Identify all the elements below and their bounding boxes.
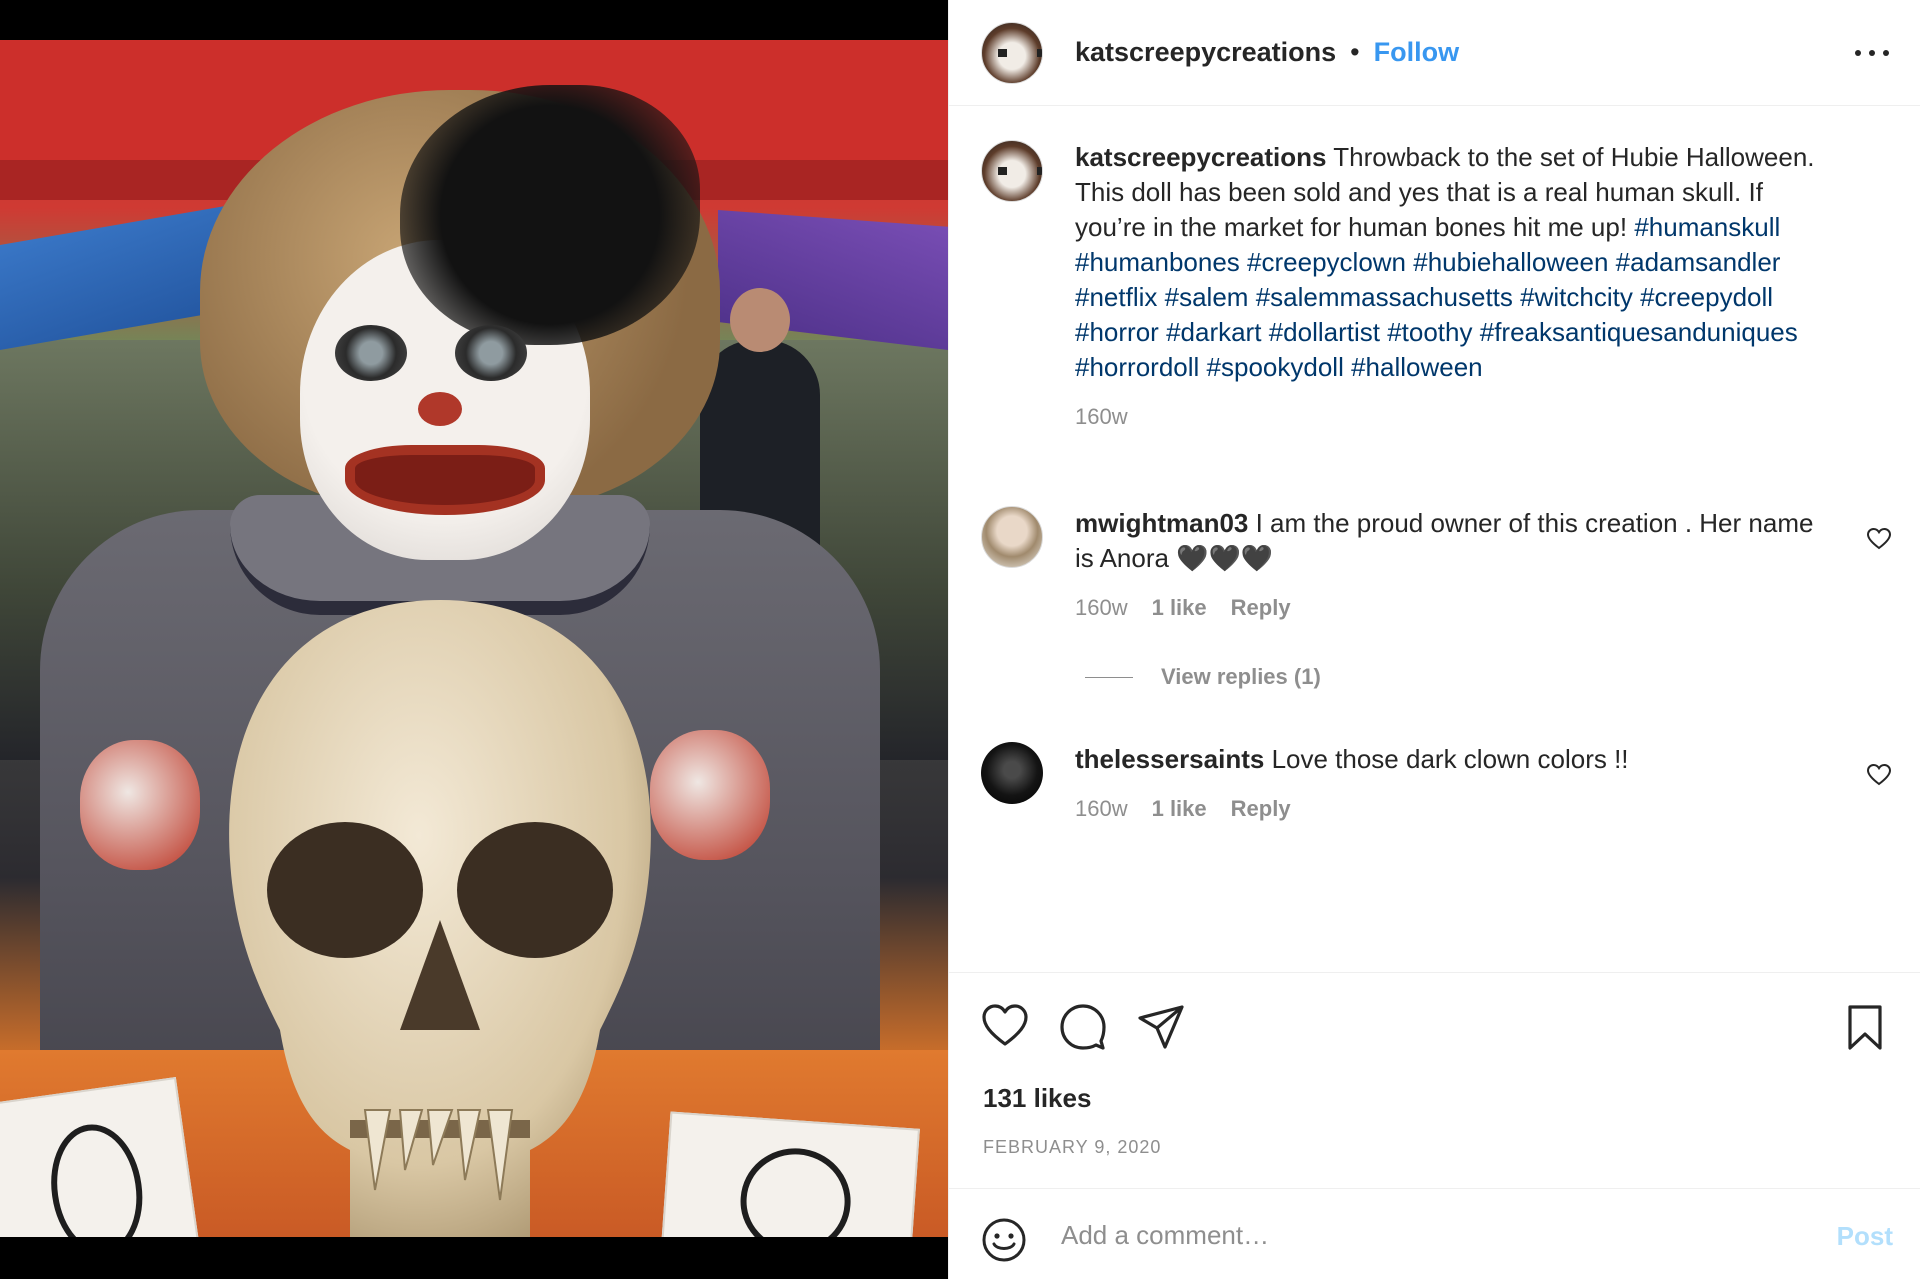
caption-meta: 160w (1075, 399, 1835, 434)
add-comment-bar: Post (949, 1188, 1920, 1279)
doll-hand-left (80, 740, 200, 870)
more-options-icon[interactable] (1855, 36, 1889, 70)
hashtag[interactable]: #hubiehalloween (1413, 247, 1608, 277)
view-replies-label: View replies (1) (1161, 664, 1321, 689)
paper-plane-icon[interactable] (1137, 1003, 1185, 1051)
hashtag[interactable]: #salemmassachusetts (1256, 282, 1513, 312)
post-header: katscreepycreations • Follow (949, 0, 1920, 106)
replies-line (1085, 676, 1133, 678)
author-username[interactable]: katscreepycreations (1075, 37, 1336, 68)
doll-lace-bow (400, 85, 700, 345)
hashtag[interactable]: #dollartist (1269, 317, 1380, 347)
comment-heart-icon[interactable] (1867, 528, 1891, 550)
hashtag[interactable]: #freaksantiquesanduniques (1480, 317, 1798, 347)
commenter-username[interactable]: thelessersaints (1075, 744, 1264, 774)
hashtag[interactable]: #humanbones (1075, 247, 1240, 277)
hashtag[interactable]: #witchcity (1520, 282, 1633, 312)
comment-bubble-icon[interactable] (1059, 1003, 1107, 1051)
comment-like-count[interactable]: 1 like (1152, 791, 1207, 826)
action-section: 131 likes FEBRUARY 9, 2020 (949, 972, 1920, 1188)
comment-age[interactable]: 160w (1075, 590, 1128, 625)
hashtag[interactable]: #creepyclown (1247, 247, 1406, 277)
doll-mouth (345, 445, 545, 515)
caption-author-avatar[interactable] (981, 140, 1043, 202)
separator-dot: • (1350, 37, 1360, 67)
doll-eye-left (335, 325, 407, 381)
comment-input[interactable] (1061, 1209, 1761, 1261)
likes-count[interactable]: 131 likes (983, 1083, 1091, 1114)
post-photo (0, 40, 948, 1237)
follow-button[interactable]: Follow (1374, 37, 1459, 68)
reply-button[interactable]: Reply (1231, 791, 1291, 826)
comment-row: mwightman03 I am the proud owner of this… (981, 506, 1891, 625)
hashtag[interactable]: #netflix (1075, 282, 1157, 312)
comment-meta: 160w 1 like Reply (1075, 590, 1835, 625)
hashtag[interactable]: #creepydoll (1640, 282, 1773, 312)
human-skull (229, 600, 651, 1237)
comment-heart-icon[interactable] (1867, 764, 1891, 786)
comment-text-block: mwightman03 I am the proud owner of this… (1075, 506, 1835, 576)
hashtag[interactable]: #horror (1075, 317, 1159, 347)
post-side-panel: katscreepycreations • Follow katscreepyc… (948, 0, 1920, 1279)
caption-row: katscreepycreations Throwback to the set… (981, 140, 1891, 434)
comments-list[interactable]: katscreepycreations Throwback to the set… (949, 106, 1920, 972)
bookmark-icon[interactable] (1841, 1003, 1889, 1051)
smiley-icon[interactable] (981, 1217, 1027, 1263)
hashtag[interactable]: #darkart (1166, 317, 1261, 347)
comment-like-count[interactable]: 1 like (1152, 590, 1207, 625)
view-replies-button[interactable]: View replies (1) (1085, 664, 1321, 690)
hashtag[interactable]: #spookydoll (1207, 352, 1344, 382)
hashtag[interactable]: #halloween (1351, 352, 1483, 382)
hashtag[interactable]: #salem (1165, 282, 1249, 312)
caption-text-block: katscreepycreations Throwback to the set… (1075, 140, 1835, 385)
comment-text: Love those dark clown colors !! (1271, 744, 1629, 774)
post-button[interactable]: Post (1837, 1221, 1893, 1252)
heart-icon[interactable] (981, 1003, 1029, 1051)
art-card-left (0, 1077, 203, 1237)
comment-age[interactable]: 160w (1075, 791, 1128, 826)
hashtag[interactable]: #toothy (1387, 317, 1472, 347)
doll-nose (418, 392, 462, 426)
comment-row: thelessersaints Love those dark clown co… (981, 742, 1891, 826)
commenter-avatar[interactable] (981, 506, 1043, 568)
reply-button[interactable]: Reply (1231, 590, 1291, 625)
art-card-right (660, 1111, 920, 1237)
commenter-username[interactable]: mwightman03 (1075, 508, 1248, 538)
comment-meta: 160w 1 like Reply (1075, 791, 1835, 826)
author-avatar[interactable] (981, 21, 1043, 84)
doll-eye-right (455, 325, 527, 381)
hashtag[interactable]: #humanskull (1634, 212, 1780, 242)
commenter-avatar[interactable] (981, 742, 1043, 804)
caption-age[interactable]: 160w (1075, 399, 1128, 434)
post-date[interactable]: FEBRUARY 9, 2020 (983, 1137, 1161, 1158)
hashtag[interactable]: #adamsandler (1616, 247, 1781, 277)
post-media[interactable] (0, 0, 948, 1279)
comment-text-block: thelessersaints Love those dark clown co… (1075, 742, 1835, 777)
hashtag[interactable]: #horrordoll (1075, 352, 1199, 382)
caption-username[interactable]: katscreepycreations (1075, 142, 1326, 172)
